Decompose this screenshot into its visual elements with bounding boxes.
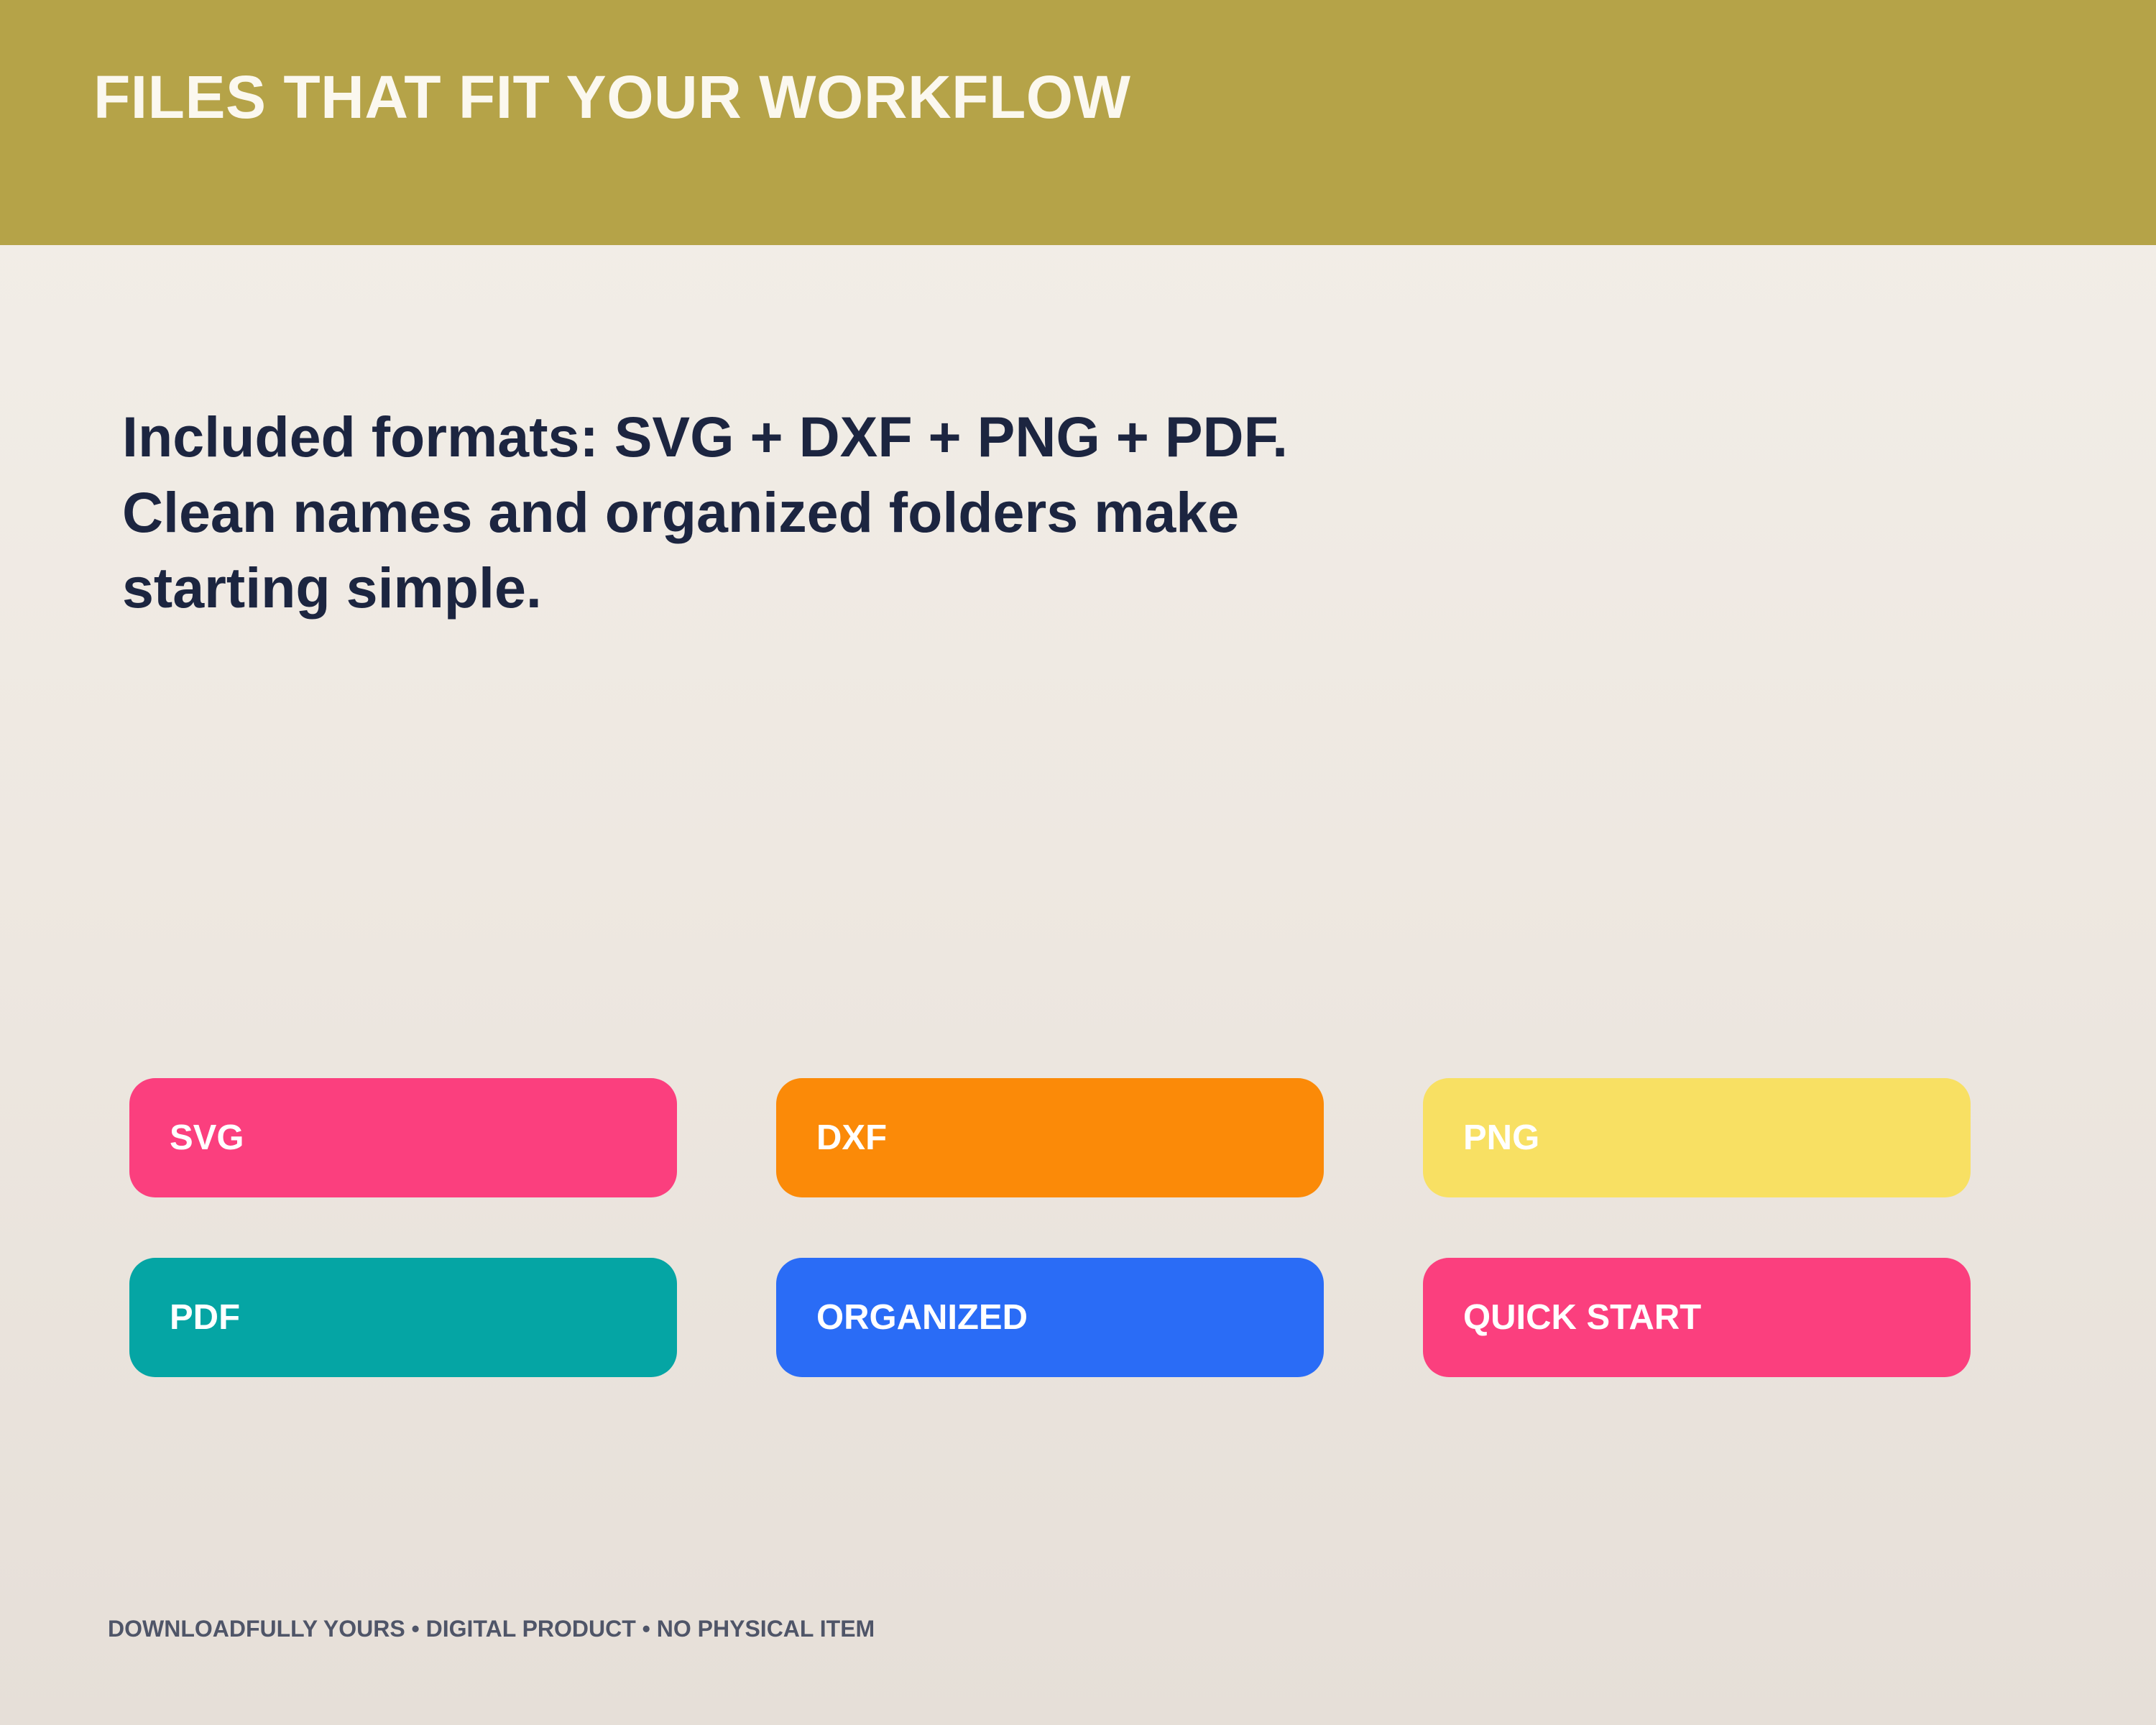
feature-chip-organized: ORGANIZED [776,1258,1324,1377]
page-title: FILES THAT FIT YOUR WORKFLOW [93,63,1131,131]
intro-line: Clean names and organized folders make [122,480,1240,544]
format-chip-png: PNG [1423,1078,1971,1197]
footer-note: DOWNLOADFULLY YOURS • DIGITAL PRODUCT • … [108,1616,875,1642]
format-chip-svg: SVG [129,1078,677,1197]
feature-chip-quick-start: QUICK START [1423,1258,1971,1377]
intro-line: Included formats: SVG + DXF + PNG + PDF. [122,405,1289,469]
intro-text: Included formats: SVG + DXF + PNG + PDF.… [122,399,1473,625]
format-chip-pdf: PDF [129,1258,677,1377]
header-banner: FILES THAT FIT YOUR WORKFLOW [0,0,2156,245]
format-chip-dxf: DXF [776,1078,1324,1197]
intro-line: starting simple. [122,556,542,620]
